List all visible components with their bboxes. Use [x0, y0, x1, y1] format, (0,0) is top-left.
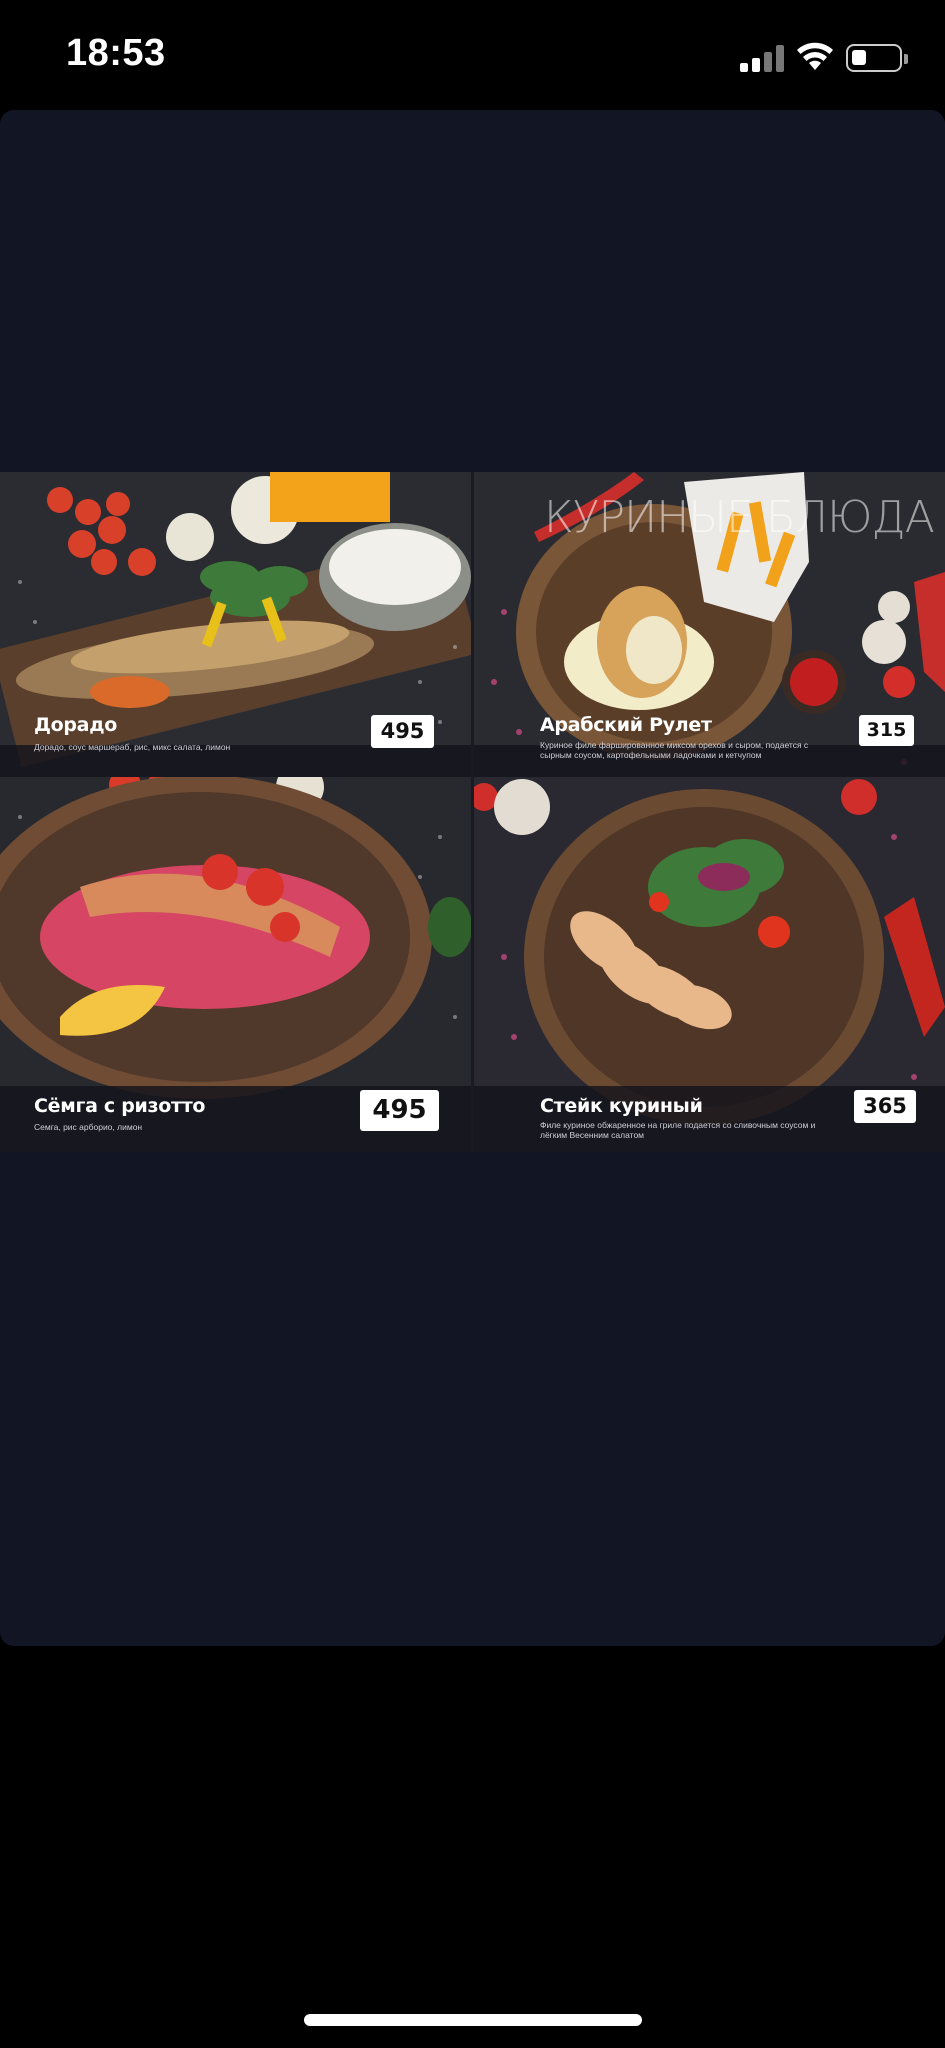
section-title: КУРИНЫЕ БЛЮДА	[544, 492, 935, 543]
dish-name: Стейк куриный	[540, 1095, 703, 1117]
image-viewer[interactable]: Дорадо Дорадо, соус маршераб, рис, микс …	[0, 110, 945, 1646]
dish-name: Сёмга с ризотто	[34, 1095, 206, 1117]
cellular-signal-icon	[740, 44, 784, 72]
dish-description: Семга, рис арборио, лимон	[34, 1122, 143, 1132]
menu-image[interactable]: Дорадо Дорадо, соус маршераб, рис, микс …	[0, 472, 945, 1152]
status-time: 18:53	[66, 32, 166, 74]
menu-card-dorado: Дорадо Дорадо, соус маршераб, рис, микс …	[0, 472, 471, 805]
price-badge: 495	[360, 1090, 439, 1131]
home-indicator[interactable]	[304, 2014, 642, 2026]
menu-card-arabic-roll: КУРИНЫЕ БЛЮДА Арабский Рулет Куриное фил…	[474, 472, 945, 805]
wifi-icon	[797, 42, 833, 70]
dish-description: Филе куриное обжаренное на гриле подаетс…	[540, 1120, 816, 1140]
price-badge: 495	[371, 715, 434, 748]
dish-description: Дорадо, соус маршераб, рис, микс салата,…	[34, 742, 231, 752]
status-bar: 18:53	[0, 0, 945, 110]
menu-card-chicken-steak: Стейк куриный Филе куриное обжаренное на…	[474, 777, 945, 1152]
dish-description: Куриное филе фаршированное миксом орехов…	[540, 740, 809, 760]
price-badge: 315	[859, 715, 914, 746]
dish-name: Дорадо	[34, 714, 117, 736]
price-badge: 365	[854, 1090, 916, 1123]
battery-icon	[846, 44, 908, 72]
dish-name: Арабский Рулет	[540, 714, 712, 736]
menu-card-salmon-risotto: Сёмга с ризотто Семга, рис арборио, лимо…	[0, 777, 471, 1152]
